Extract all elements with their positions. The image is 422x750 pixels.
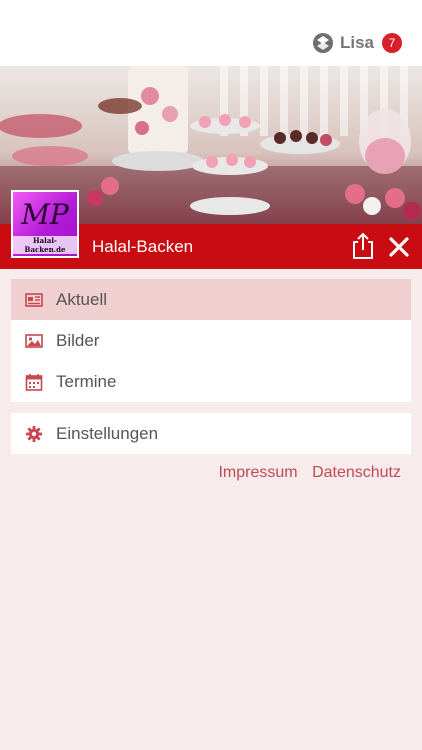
menu-label-aktuell: Aktuell [56,290,108,309]
menu-label-bilder: Bilder [56,331,100,350]
calendar-icon [25,374,43,391]
settings-menu: Einstellungen [11,413,411,454]
user-network-icon [312,33,333,53]
share-icon[interactable] [350,232,376,260]
menu-item-termine[interactable]: Termine [11,361,411,402]
gear-icon [26,426,42,442]
close-icon[interactable] [386,234,412,260]
logo-mark: MP [21,198,69,231]
footer-links: Impressum Datenschutz [208,464,401,482]
menu-item-einstellungen[interactable]: Einstellungen [11,413,411,454]
notification-badge[interactable]: 7 [382,33,402,53]
menu-label-termine: Termine [56,372,117,391]
image-icon [25,334,43,348]
main-menu: Aktuell Bilder Termine [11,279,411,402]
logo-text: Halal-Backen.de [13,236,77,254]
datenschutz-link[interactable]: Datenschutz [312,464,401,481]
app-title: Halal-Backen [92,237,194,256]
user-menu[interactable]: Lisa 7 [312,32,402,54]
user-name: Lisa [339,33,374,52]
menu-item-bilder[interactable]: Bilder [11,320,411,361]
top-bar: Lisa 7 [0,0,422,66]
app-logo: MP Halal-Backen.de [11,190,79,258]
impressum-link[interactable]: Impressum [218,464,297,481]
newspaper-icon [25,293,43,307]
menu-item-aktuell[interactable]: Aktuell [11,279,411,320]
menu-label-einstellungen: Einstellungen [56,424,159,443]
